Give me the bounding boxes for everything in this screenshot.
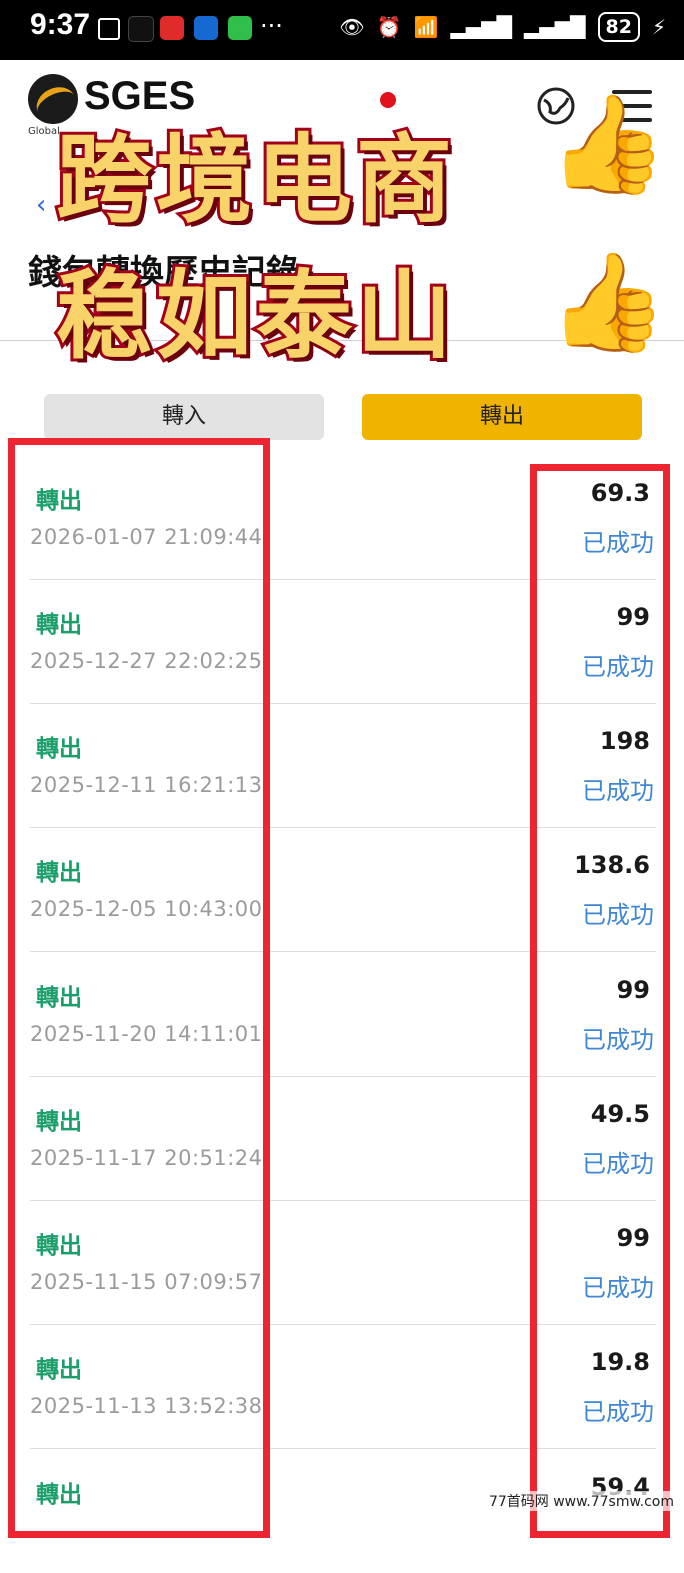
signal-icon: ▂▄▆█ [450,15,512,39]
tab-transfer-out[interactable]: 轉出 [362,394,642,440]
banner-line-2: 稳如泰山 [53,257,456,375]
thumbs-up-icon: 👍 [548,88,668,200]
signal-icon-2: ▂▄▆█ [523,15,586,39]
status-bar: 9:37 ··· 👁 ⏰ 📶 ▂▄▆█ ▂▄▆█ 82 ⚡ [0,0,684,60]
status-right: 👁 ⏰ 📶 ▂▄▆█ ▂▄▆█ 82 ⚡ [339,12,666,42]
tiktok-icon [128,16,154,42]
back-arrow-icon[interactable]: ‹ [36,190,46,220]
watermark: 77首码网 www.77smw.com [488,1491,674,1511]
alarm-icon: ⏰ [376,15,402,39]
phone-app-icon [228,16,252,40]
more-notifications-icon: ··· [260,12,283,40]
status-time: 9:37 [30,8,91,41]
tab-transfer-in[interactable]: 轉入 [44,394,324,440]
banner-line-1: 跨境电商 [53,121,456,239]
app-icon-red [160,16,184,40]
thumbs-up-icon: 👍 [548,246,668,358]
notification-icon [98,18,120,40]
eye-icon: 👁 [339,15,365,39]
highlight-box-right [530,464,670,1538]
app-icon-blue [194,16,218,40]
charging-icon: ⚡ [651,15,666,39]
battery-icon: 82 [597,12,640,42]
wifi-icon: 📶 [413,15,439,39]
highlight-box-left [8,438,270,1538]
